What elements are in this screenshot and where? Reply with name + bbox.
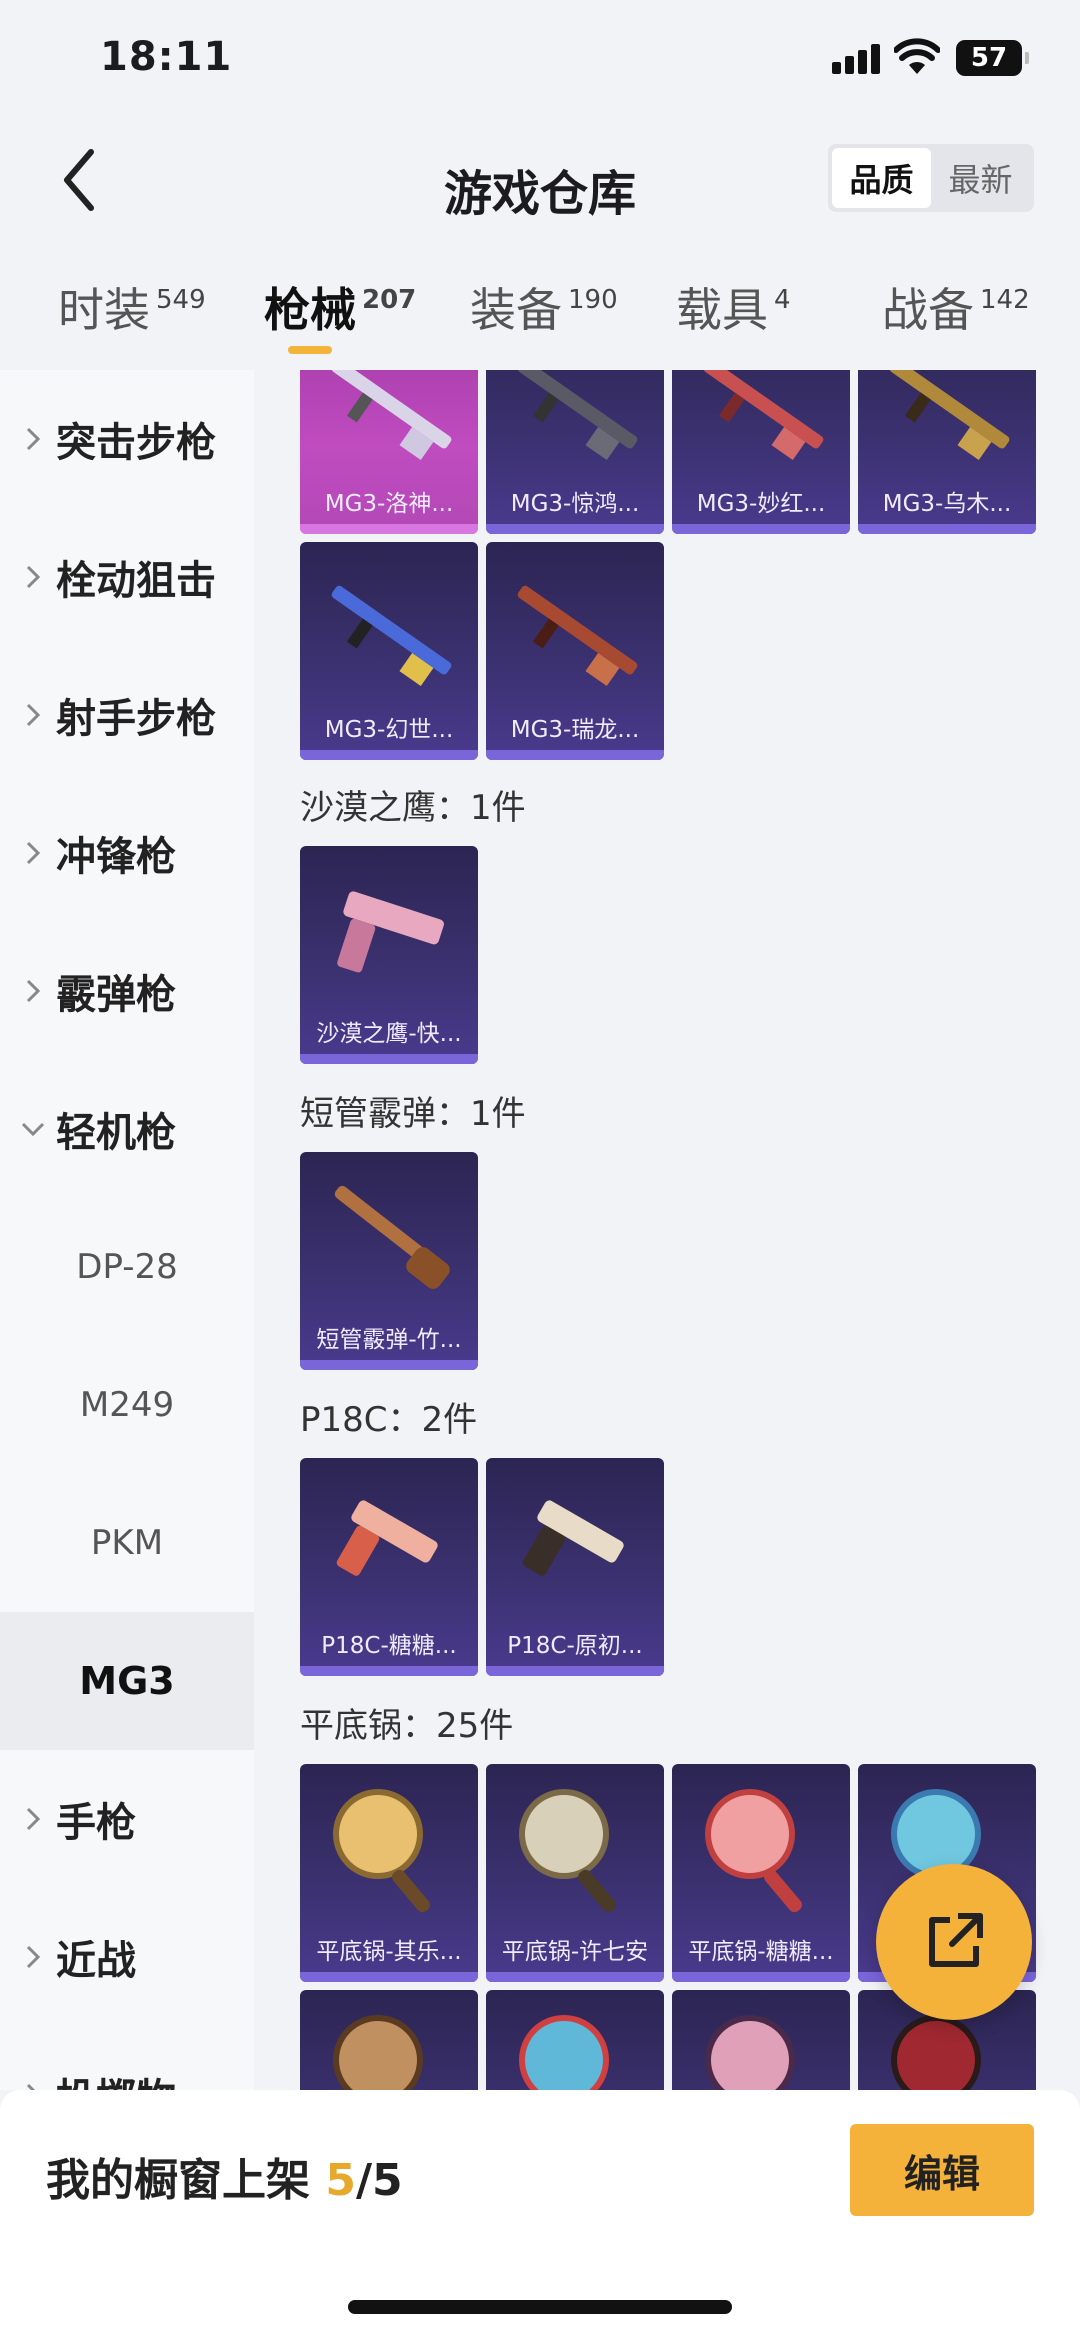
showcase-current-count: 5 [325,2155,356,2206]
header: 游戏仓库 品质 最新 [0,120,1080,240]
chevron-right-icon [0,427,56,451]
sidebar-item-assault-rifle[interactable]: 突击步枪 [0,370,254,508]
pistol-icon [336,1500,438,1576]
item-name: MG3-妙红... [696,491,826,517]
item-grid: MG3-洛神... MG3-惊鸿... MG3-妙红... MG3-乌木... … [254,370,1080,2090]
showcase-status: 我的橱窗上架 5/5 [46,2155,403,2206]
frying-pan-icon [705,1789,802,1913]
item-card[interactable]: MG3-乌木... [858,370,1036,534]
tab-supplies[interactable]: 战备 142 [882,274,1030,340]
mg3-gun-icon [517,585,638,686]
item-name: MG3-洛神... [324,491,454,517]
item-name: 平底锅-许七安 [501,1939,649,1965]
chevron-right-icon [0,1807,56,1831]
showcase-total-count: /5 [355,2155,403,2206]
group-label-p18c: P18C：2件 [300,1400,478,1440]
item-card[interactable]: 平底锅-许七安 [486,1764,664,1982]
frying-pan-icon [333,1789,430,1913]
weapon-category-sidebar: 突击步枪 栓动狙击 射手步枪 冲锋枪 霰弹枪 轻机枪 DP-28 M249 PK… [0,370,254,2090]
chevron-right-icon [0,841,56,865]
battery-icon: 57 [956,40,1029,76]
tab-fashion[interactable]: 时装 549 [58,274,206,340]
sort-newest-button[interactable]: 最新 [931,148,1030,208]
status-bar: 18:11 57 [0,0,1080,120]
sidebar-sub-dp28[interactable]: DP-28 [0,1198,254,1336]
share-external-icon [929,1913,983,1967]
sidebar-item-lmg[interactable]: 轻机枪 [0,1060,254,1198]
edit-button[interactable]: 编辑 [850,2124,1034,2216]
item-card[interactable]: 短管霰弹-竹... [300,1152,478,1370]
item-name: 短管霰弹-竹... [316,1327,462,1353]
pistol-icon [337,891,444,973]
chevron-right-icon [0,1945,56,1969]
share-fab-button[interactable] [876,1864,1032,2020]
item-card[interactable]: 平底锅-其乐... [300,1764,478,1982]
item-card[interactable]: P18C-糖糖... [300,1458,478,1676]
item-name: MG3-幻世... [324,717,454,743]
item-card[interactable]: MG3-幻世... [300,542,478,760]
item-name: MG3-惊鸿... [510,491,640,517]
sidebar-sub-mg3[interactable]: MG3 [0,1612,254,1750]
home-indicator [348,2300,732,2314]
tab-equipment[interactable]: 装备 190 [470,274,618,340]
frying-pan-icon [519,2015,609,2090]
group-label-deagle: 沙漠之鹰：1件 [300,788,526,828]
sort-toggle: 品质 最新 [828,144,1034,212]
sidebar-item-melee[interactable]: 近战 [0,1888,254,2026]
chevron-right-icon [0,979,56,1003]
sidebar-item-shotgun[interactable]: 霰弹枪 [0,922,254,1060]
sidebar-item-marksman-rifle[interactable]: 射手步枪 [0,646,254,784]
signal-icon [832,44,880,74]
category-tabs: 时装 549 枪械 207 装备 190 载具 4 战备 142 [0,260,1080,370]
sidebar-item-pistol[interactable]: 手枪 [0,1750,254,1888]
mg3-gun-icon [331,585,452,686]
frying-pan-icon [333,2015,423,2090]
pistol-icon [522,1500,624,1576]
item-name: 沙漠之鹰-快... [316,1021,462,1047]
frying-pan-icon [705,2015,795,2090]
shotgun-icon [334,1185,450,1289]
mg3-gun-icon [703,370,824,460]
item-name: P18C-糖糖... [321,1633,457,1659]
item-card[interactable]: MG3-洛神... [300,370,478,534]
item-name: 平底锅-糖糖... [688,1939,834,1965]
sidebar-item-throwable[interactable]: 投掷物 [0,2026,254,2090]
sort-quality-button[interactable]: 品质 [832,148,931,208]
item-card[interactable]: MG3-妙红... [672,370,850,534]
status-time: 18:11 [100,34,233,80]
sidebar-item-bolt-sniper[interactable]: 栓动狙击 [0,508,254,646]
item-card[interactable]: 沙漠之鹰-快... [300,846,478,1064]
tab-firearms[interactable]: 枪械 207 [264,274,416,340]
item-name: MG3-瑞龙... [510,717,640,743]
item-name: MG3-乌木... [882,491,1012,517]
chevron-down-icon [0,1122,56,1136]
item-card[interactable] [486,1990,664,2090]
tab-indicator [288,346,332,354]
mg3-gun-icon [331,370,452,460]
item-card[interactable]: MG3-瑞龙... [486,542,664,760]
chevron-right-icon [0,703,56,727]
item-name: 平底锅-其乐... [316,1939,462,1965]
item-card[interactable] [672,1990,850,2090]
chevron-right-icon [0,565,56,589]
wifi-icon [893,38,941,76]
chevron-right-icon [0,2083,56,2090]
sidebar-sub-pkm[interactable]: PKM [0,1474,254,1612]
item-card[interactable]: P18C-原初... [486,1458,664,1676]
item-card[interactable] [300,1990,478,2090]
item-card[interactable]: MG3-惊鸿... [486,370,664,534]
frying-pan-icon [519,1789,616,1913]
mg3-gun-icon [889,370,1010,460]
group-label-pan: 平底锅：25件 [300,1706,514,1746]
sidebar-item-smg[interactable]: 冲锋枪 [0,784,254,922]
sidebar-sub-m249[interactable]: M249 [0,1336,254,1474]
group-label-sawed-off: 短管霰弹：1件 [300,1094,526,1134]
item-card[interactable]: 平底锅-糖糖... [672,1764,850,1982]
mg3-gun-icon [517,370,638,460]
item-name: P18C-原初... [507,1633,643,1659]
tab-vehicles[interactable]: 载具 4 [676,274,791,340]
